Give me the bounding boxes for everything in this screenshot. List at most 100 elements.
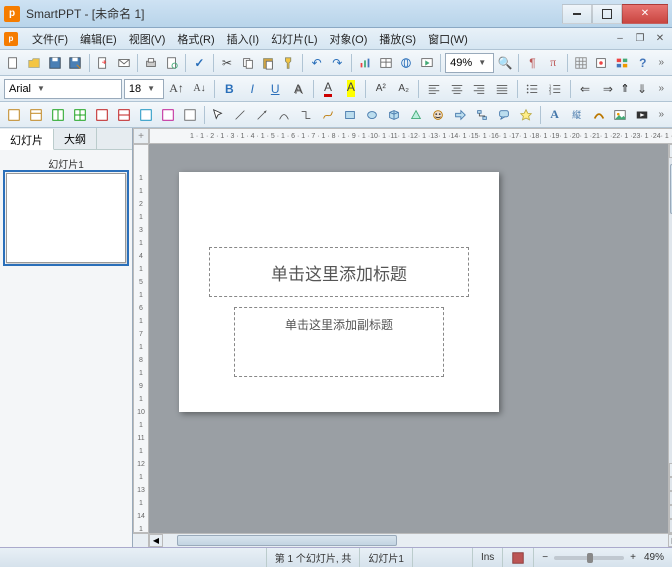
toolbar-overflow[interactable]: » — [654, 57, 668, 68]
font-color-button[interactable]: A — [318, 78, 339, 100]
arrow-button[interactable] — [252, 104, 272, 126]
app-menu-icon[interactable]: p — [4, 32, 18, 46]
layout-7-button[interactable] — [136, 104, 156, 126]
slide-page[interactable]: 单击这里添加标题 单击这里添加副标题 — [179, 172, 499, 412]
move-down-button[interactable]: ⇓ — [632, 78, 653, 100]
stars-button[interactable] — [516, 104, 536, 126]
chart-button[interactable] — [356, 52, 375, 74]
bullets-button[interactable] — [522, 78, 543, 100]
undo-button[interactable]: ↶ — [307, 52, 326, 74]
cut-button[interactable]: ✂ — [218, 52, 237, 74]
zoom-in-button[interactable]: + — [630, 552, 636, 563]
scroll-left-button[interactable]: ◀ — [149, 534, 163, 547]
mdi-restore[interactable]: ❐ — [632, 32, 648, 46]
vertical-text-button[interactable]: 縦 — [567, 104, 587, 126]
text-button[interactable]: A — [545, 104, 565, 126]
connector-button[interactable] — [296, 104, 316, 126]
status-save-icon[interactable] — [503, 548, 534, 567]
italic-button[interactable]: I — [242, 78, 263, 100]
layout-6-button[interactable] — [114, 104, 134, 126]
tab-outline[interactable]: 大纲 — [54, 128, 97, 149]
open-button[interactable] — [25, 52, 44, 74]
scroll-right-button[interactable]: ▶ — [668, 534, 672, 547]
redo-button[interactable]: ↷ — [328, 52, 347, 74]
nonprinting-button[interactable]: ¶ — [523, 52, 542, 74]
menu-edit[interactable]: 编辑(E) — [74, 29, 123, 49]
scroll-track[interactable] — [163, 534, 668, 547]
layout-5-button[interactable] — [92, 104, 112, 126]
zoom-slider[interactable] — [554, 556, 624, 560]
slideshow-button[interactable] — [418, 52, 437, 74]
menu-window[interactable]: 窗口(W) — [422, 29, 474, 49]
save-as-button[interactable] — [66, 52, 85, 74]
menu-file[interactable]: 文件(F) — [26, 29, 74, 49]
basic-shapes-button[interactable] — [406, 104, 426, 126]
toolbar-overflow[interactable]: » — [655, 83, 669, 94]
tab-slides[interactable]: 幻灯片 — [0, 129, 54, 150]
export-button[interactable] — [94, 52, 113, 74]
callouts-button[interactable] — [494, 104, 514, 126]
menu-object[interactable]: 对象(O) — [324, 29, 374, 49]
layout-2-button[interactable] — [26, 104, 46, 126]
navigator-button[interactable] — [592, 52, 611, 74]
menu-view[interactable]: 视图(V) — [123, 29, 172, 49]
font-name-combo[interactable]: Arial▼ — [4, 79, 122, 99]
layout-8-button[interactable] — [158, 104, 178, 126]
ruler-corner[interactable]: + — [133, 128, 149, 144]
promote-button[interactable]: ⇐ — [575, 78, 596, 100]
mdi-minimize[interactable]: – — [612, 32, 628, 46]
demote-button[interactable]: ⇒ — [597, 78, 618, 100]
slide-thumb-1[interactable] — [6, 173, 126, 263]
hyperlink-button[interactable] — [397, 52, 416, 74]
increase-font-button[interactable]: A↑ — [166, 78, 187, 100]
zoom-out-button[interactable]: − — [542, 552, 548, 563]
insert-image-button[interactable] — [611, 104, 631, 126]
menu-play[interactable]: 播放(S) — [373, 29, 422, 49]
select-button[interactable] — [208, 104, 228, 126]
menu-slide[interactable]: 幻灯片(L) — [265, 29, 323, 49]
ellipse-button[interactable] — [362, 104, 382, 126]
zoom-slider-knob[interactable] — [587, 553, 593, 563]
paste-button[interactable] — [259, 52, 278, 74]
vertical-ruler[interactable]: 1121314151617181911011111211311411511611… — [133, 144, 149, 533]
scroll-thumb[interactable] — [177, 535, 397, 546]
maximize-button[interactable] — [592, 4, 622, 24]
subtitle-placeholder[interactable]: 单击这里添加副标题 — [234, 307, 444, 377]
title-placeholder[interactable]: 单击这里添加标题 — [209, 247, 469, 297]
line-button[interactable] — [230, 104, 250, 126]
help-dropdown[interactable]: ? — [633, 52, 652, 74]
underline-button[interactable]: U — [265, 78, 286, 100]
shadow-button[interactable]: A — [288, 78, 309, 100]
numbering-button[interactable]: 123 — [545, 78, 566, 100]
subscript-button[interactable]: A₂ — [393, 78, 414, 100]
grid-button[interactable] — [571, 52, 590, 74]
layout-1-button[interactable] — [4, 104, 24, 126]
layout-4-button[interactable] — [70, 104, 90, 126]
mdi-close[interactable]: ✕ — [652, 32, 668, 46]
decrease-font-button[interactable]: A↓ — [189, 78, 210, 100]
toolbar-overflow[interactable]: » — [654, 109, 668, 120]
layout-3-button[interactable] — [48, 104, 68, 126]
block-arrows-button[interactable] — [450, 104, 470, 126]
new-button[interactable] — [4, 52, 23, 74]
align-right-button[interactable] — [469, 78, 490, 100]
horizontal-ruler[interactable]: 1 · 1 · 2 · 1 · 3 · 1 · 4 · 1 · 5 · 1 · … — [149, 128, 672, 144]
zoom-in-button[interactable]: 🔍 — [496, 52, 515, 74]
table-button[interactable] — [376, 52, 395, 74]
save-button[interactable] — [45, 52, 64, 74]
symbol-shapes-button[interactable] — [428, 104, 448, 126]
copy-button[interactable] — [238, 52, 257, 74]
minimize-button[interactable] — [562, 4, 592, 24]
align-center-button[interactable] — [446, 78, 467, 100]
insert-movie-button[interactable] — [632, 104, 652, 126]
spellcheck-button[interactable]: ✓ — [190, 52, 209, 74]
align-left-button[interactable] — [423, 78, 444, 100]
char-button[interactable]: π — [544, 52, 563, 74]
bold-button[interactable]: B — [219, 78, 240, 100]
zoom-combo[interactable]: 49%▼ — [445, 53, 493, 73]
slide-canvas[interactable]: 单击这里添加标题 单击这里添加副标题 ▲ ▼ ≡ ▲ ▼ ≡ — [149, 144, 672, 533]
curve-button[interactable] — [274, 104, 294, 126]
close-button[interactable] — [622, 4, 668, 24]
layout-9-button[interactable] — [180, 104, 200, 126]
menu-format[interactable]: 格式(R) — [171, 29, 220, 49]
